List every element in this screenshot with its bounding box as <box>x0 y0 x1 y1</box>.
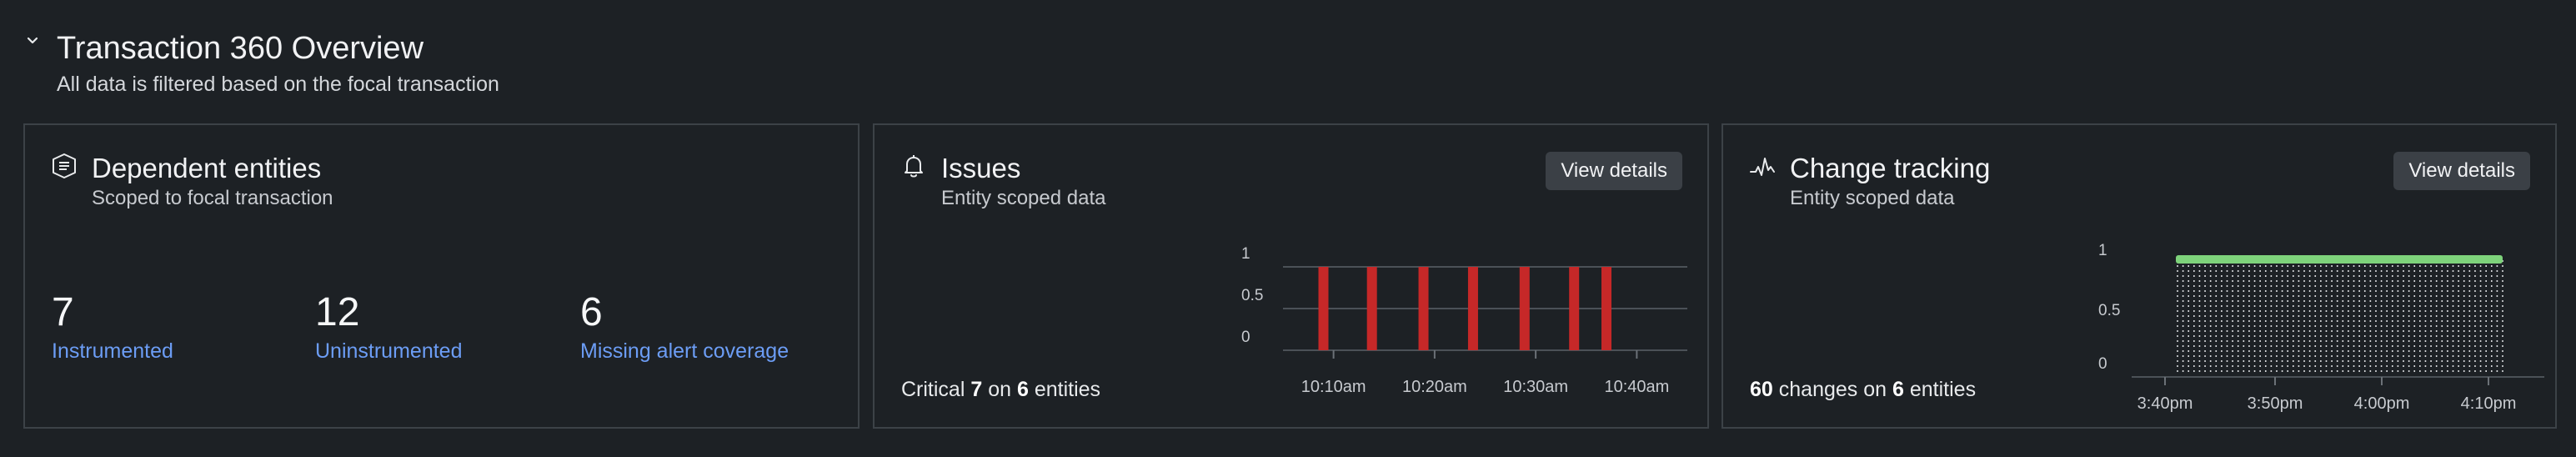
y-tick-label: 0 <box>2098 355 2107 373</box>
bell-icon <box>900 152 928 180</box>
changes-chart: 0 0.5 1 3:40pm 3:50pm 4:00pm 4:10pm <box>2098 242 2544 413</box>
page-title: Transaction 360 Overview <box>57 31 424 66</box>
card-title: Change tracking <box>1790 153 1991 183</box>
view-details-button[interactable]: View details <box>2393 152 2530 190</box>
metric-value: 6 <box>580 290 603 334</box>
page-subtitle: All data is filtered based on the focal … <box>57 73 499 96</box>
changes-summary: 60 changes on 6 entities <box>1750 375 1976 404</box>
x-tick-label: 4:10pm <box>2461 394 2517 413</box>
issues-card: Issues Entity scoped data View details C… <box>873 123 1709 429</box>
activity-icon <box>1748 152 1777 180</box>
metric-value: 12 <box>315 290 360 334</box>
metric-uninstrumented: 12 Uninstrumented <box>315 289 462 365</box>
issue-bar <box>1467 267 1478 350</box>
x-tick-label: 3:50pm <box>2248 394 2303 413</box>
entity-count: 6 <box>1892 378 1904 401</box>
card-title: Dependent entities <box>92 153 322 183</box>
summary-prefix: Critical <box>901 378 965 401</box>
y-tick-label: 0 <box>1241 329 1250 346</box>
issues-chart: 0 0.5 1 10:10am 10:20am 10:30am 10:40am <box>1241 245 1687 396</box>
x-tick-label: 10:10am <box>1301 378 1366 396</box>
card-subtitle: Entity scoped data <box>1790 187 1955 209</box>
critical-count: 7 <box>970 378 983 401</box>
issue-bar <box>1318 267 1329 350</box>
x-tick-label: 10:30am <box>1503 378 1568 396</box>
y-tick-label: 0.5 <box>1241 287 1263 304</box>
y-tick-label: 0.5 <box>2098 302 2120 319</box>
summary-middle: changes on <box>1778 378 1887 401</box>
entity-list-icon <box>50 152 78 180</box>
issue-bar <box>1418 267 1429 350</box>
issues-summary: Critical 7 on 6 entities <box>901 375 1100 404</box>
metric-value: 7 <box>52 290 74 334</box>
dependent-entities-card: Dependent entities Scoped to focal trans… <box>23 123 860 429</box>
x-tick-label: 3:40pm <box>2137 394 2193 413</box>
summary-middle: on <box>988 378 1012 401</box>
x-tick-label: 4:00pm <box>2354 394 2410 413</box>
change-tracking-card: Change tracking Entity scoped data View … <box>1722 123 2557 429</box>
change-bar <box>2176 255 2503 264</box>
x-tick-label: 10:20am <box>1402 378 1467 396</box>
card-subtitle: Scoped to focal transaction <box>92 187 333 209</box>
card-subtitle: Entity scoped data <box>941 187 1106 209</box>
y-tick-label: 1 <box>1241 245 1250 263</box>
metric-link-missing-alert-coverage[interactable]: Missing alert coverage <box>580 337 789 365</box>
view-details-button[interactable]: View details <box>1546 152 1682 190</box>
metric-instrumented: 7 Instrumented <box>52 289 173 365</box>
chevron-down-icon[interactable] <box>23 32 42 50</box>
issue-bar <box>1569 267 1580 350</box>
metric-missing-alert-coverage: 6 Missing alert coverage <box>580 289 789 365</box>
issue-bar <box>1601 267 1611 350</box>
issue-bar <box>1519 267 1530 350</box>
issue-bar <box>1366 267 1377 350</box>
x-tick-label: 10:40am <box>1604 378 1669 396</box>
metric-link-instrumented[interactable]: Instrumented <box>52 337 173 365</box>
entity-count: 6 <box>1016 378 1029 401</box>
summary-suffix: entities <box>1909 378 1977 401</box>
y-tick-label: 1 <box>2098 242 2107 259</box>
card-title: Issues <box>941 153 1021 183</box>
summary-suffix: entities <box>1034 378 1101 401</box>
changes-count: 60 <box>1750 378 1773 401</box>
metric-link-uninstrumented[interactable]: Uninstrumented <box>315 337 462 365</box>
